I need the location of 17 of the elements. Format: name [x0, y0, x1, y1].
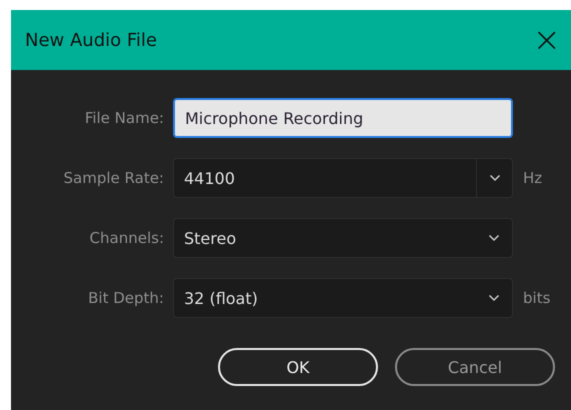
- field-label: Sample Rate:: [62, 169, 164, 187]
- unit-label: Hz: [523, 169, 544, 187]
- combo-field[interactable]: 44100: [173, 158, 513, 198]
- ok-button[interactable]: OK: [218, 348, 378, 386]
- field-label: Channels:: [88, 229, 164, 247]
- chevron-down-icon: [488, 174, 500, 182]
- chevron-down-icon: [488, 234, 500, 242]
- field-label: Bit Depth:: [87, 289, 164, 307]
- close-button[interactable]: ×: [528, 23, 565, 57]
- window-title: New Audio File: [25, 30, 157, 50]
- dropdown-select[interactable]: Stereo: [173, 218, 513, 258]
- field-label: File Name:: [84, 109, 164, 127]
- dropdown-select[interactable]: 32 (float): [173, 278, 513, 318]
- cancel-button[interactable]: Cancel: [395, 348, 555, 386]
- text-field[interactable]: Microphone Recording: [173, 98, 513, 138]
- chevron-down-icon: [488, 294, 500, 302]
- unit-label: bits: [523, 289, 552, 307]
